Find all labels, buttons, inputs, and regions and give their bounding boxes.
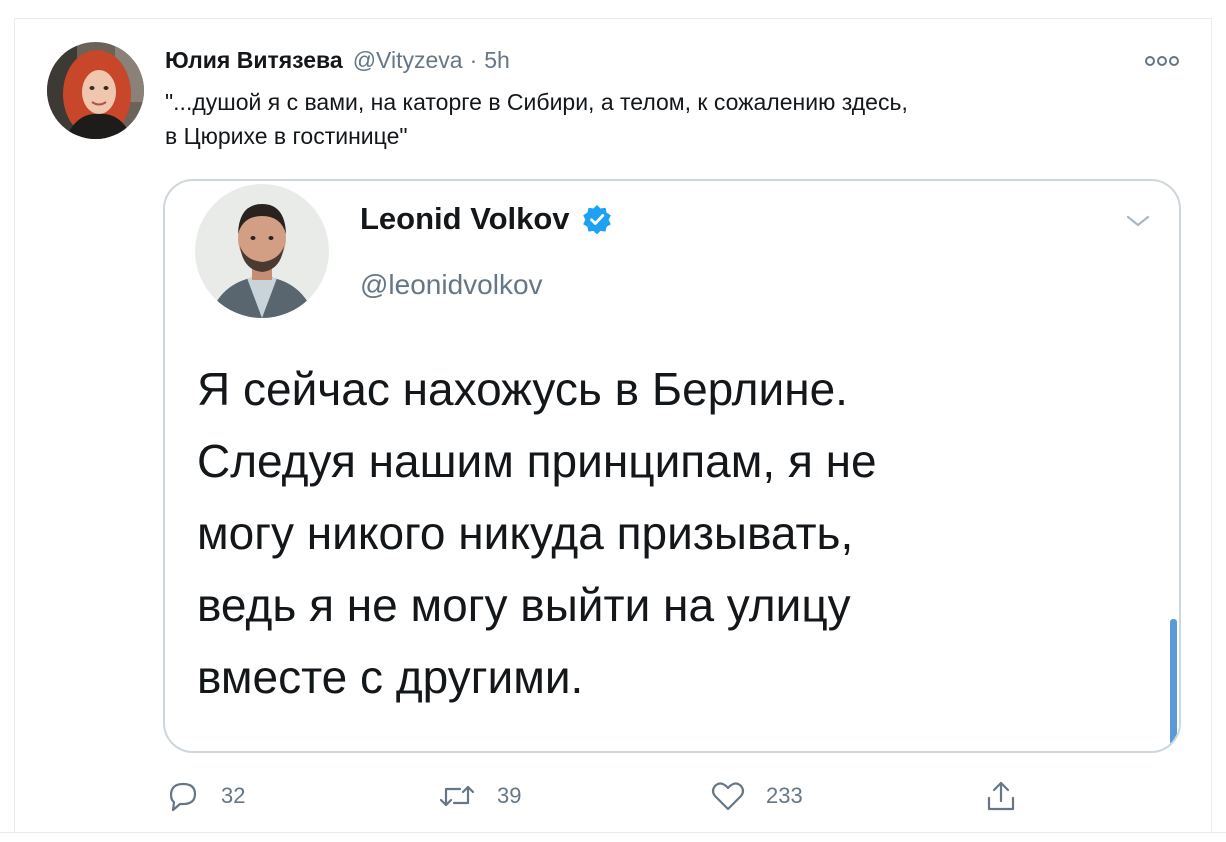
separator-dot: · bbox=[469, 46, 478, 73]
tweet-header: Юлия Витязева @Vityzeva · 5h bbox=[165, 45, 510, 75]
reply-icon bbox=[169, 782, 197, 812]
timestamp[interactable]: 5h bbox=[484, 47, 510, 74]
author-name[interactable]: Юлия Витязева bbox=[165, 47, 343, 74]
retweet-icon bbox=[439, 785, 475, 807]
quoted-author-row: Leonid Volkov bbox=[360, 199, 612, 239]
reply-count: 32 bbox=[221, 783, 246, 808]
chevron-down-icon bbox=[1126, 215, 1150, 227]
embedded-image[interactable]: Leonid Volkov @leonidvolkov Я сейчас нах… bbox=[163, 179, 1181, 753]
tweet-card[interactable]: Юлия Витязева @Vityzeva · 5h "...душой я… bbox=[14, 18, 1212, 832]
like-button[interactable]: 233 bbox=[710, 779, 803, 813]
retweet-button[interactable]: 39 bbox=[437, 779, 521, 813]
quoted-tweet-text: Я сейчас нахожусь в Берлине. Следуя наши… bbox=[197, 363, 877, 703]
action-bar: 32 39 233 bbox=[165, 779, 1165, 813]
more-options-icon[interactable] bbox=[1143, 49, 1181, 73]
like-count: 233 bbox=[766, 783, 803, 808]
quoted-author-name: Leonid Volkov bbox=[360, 201, 570, 236]
share-button[interactable] bbox=[983, 779, 1039, 813]
retweet-count: 39 bbox=[497, 783, 522, 808]
author-handle[interactable]: @Vityzeva bbox=[353, 47, 463, 74]
reply-button[interactable]: 32 bbox=[165, 779, 245, 813]
share-icon bbox=[987, 781, 1015, 811]
tweet-text: "...душой я с вами, на каторге в Сибири,… bbox=[165, 89, 908, 149]
image-scrollbar bbox=[1170, 619, 1177, 751]
verified-badge-icon bbox=[582, 205, 611, 234]
heart-icon bbox=[711, 782, 745, 811]
quoted-author-handle: @leonidvolkov bbox=[360, 269, 543, 300]
author-avatar[interactable] bbox=[47, 42, 144, 139]
quoted-author-avatar bbox=[195, 184, 329, 318]
divider bbox=[0, 832, 1226, 833]
